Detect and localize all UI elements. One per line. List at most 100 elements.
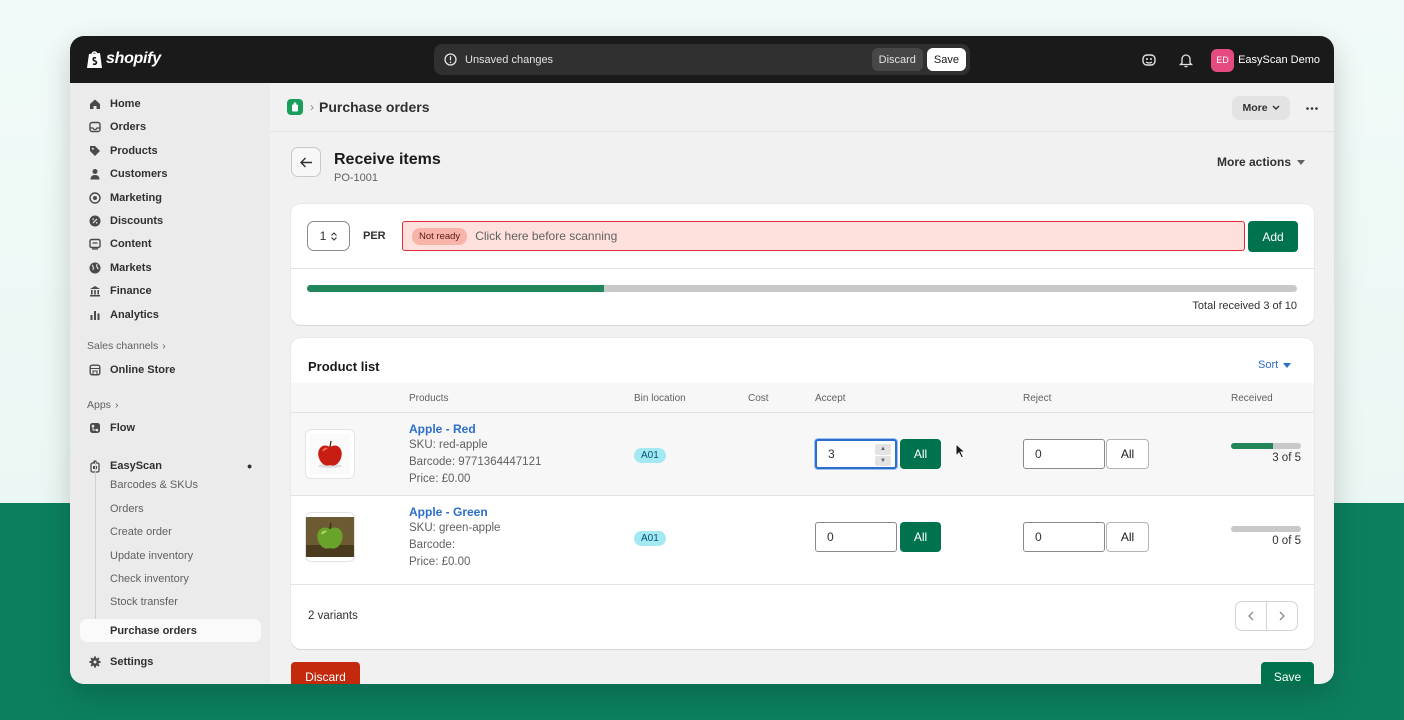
sidebar-item-customers[interactable]: Customers — [80, 163, 261, 185]
sales-channels-header[interactable]: Sales channels › — [87, 340, 166, 352]
product-name-link[interactable]: Apple - Red — [409, 422, 476, 436]
store-name[interactable]: EasyScan Demo — [1238, 54, 1320, 66]
sales-channels-label: Sales channels — [87, 340, 159, 352]
sidekick-icon[interactable] — [1137, 48, 1161, 72]
reject-all-button[interactable]: All — [1106, 439, 1149, 469]
sidebar-item-finance[interactable]: Finance — [80, 280, 261, 302]
breadcrumb: › Purchase orders — [287, 99, 430, 115]
home-icon — [80, 98, 110, 110]
shopify-logo[interactable]: shopify — [86, 49, 161, 69]
flow-icon — [80, 422, 110, 434]
sidebar-item-analytics[interactable]: Analytics — [80, 304, 261, 326]
accept-quantity-input[interactable]: 0 — [815, 522, 897, 552]
quantity-select[interactable]: 1 — [307, 221, 350, 251]
product-name-link[interactable]: Apple - Green — [409, 505, 488, 519]
total-progress-fill — [307, 285, 604, 292]
scan-placeholder: Click here before scanning — [475, 229, 618, 243]
sidebar-sub-stock-transfer[interactable]: Stock transfer — [110, 596, 178, 608]
avatar[interactable]: ED — [1211, 48, 1235, 72]
column-header: Received — [1231, 393, 1273, 404]
save-button[interactable]: Save — [1261, 662, 1314, 684]
product-image-red-apple[interactable] — [305, 429, 355, 479]
product-barcode: Barcode: — [409, 539, 456, 551]
sidebar-item-label: Home — [110, 98, 141, 110]
sidebar-sub-check-inventory[interactable]: Check inventory — [110, 573, 189, 585]
apps-label: Apps — [87, 399, 111, 411]
sidebar-item-label: EasyScan — [110, 460, 162, 472]
quantity-stepper[interactable]: ▲ ▼ — [875, 444, 891, 466]
breadcrumb-separator-icon: › — [310, 100, 314, 114]
sidebar-item-label: Orders — [110, 121, 147, 133]
bin-location-badge: A01 — [634, 448, 666, 463]
discard-button[interactable]: Discard — [291, 662, 360, 684]
sidebar-item-home[interactable]: Home — [80, 93, 261, 115]
per-label: PER — [363, 230, 386, 242]
variants-count: 2 variants — [308, 610, 358, 622]
sidebar-item-settings[interactable]: Settings — [80, 651, 261, 673]
accept-all-button[interactable]: All — [900, 522, 941, 552]
product-barcode: Barcode: 9771364447121 — [409, 456, 542, 468]
discount-icon — [80, 215, 110, 227]
stepper-down-icon[interactable]: ▼ — [875, 455, 891, 466]
apps-header[interactable]: Apps › — [87, 399, 118, 411]
previous-page-button[interactable] — [1236, 602, 1267, 630]
more-actions-button[interactable]: More actions — [1217, 155, 1306, 169]
sidebar-item-label: Finance — [110, 285, 152, 297]
caret-down-icon — [1283, 362, 1292, 368]
topbar-save-button[interactable]: Save — [926, 48, 966, 71]
reject-quantity-input[interactable]: 0 — [1023, 439, 1105, 469]
sidebar-sub-orders[interactable]: Orders — [110, 503, 144, 515]
sort-button[interactable]: Sort — [1258, 359, 1292, 371]
main-content: › Purchase orders More Receive items PO-… — [270, 83, 1334, 684]
bell-icon[interactable] — [1174, 48, 1198, 72]
received-count: 3 of 5 — [1272, 452, 1301, 464]
accept-quantity-input[interactable]: 3 ▲ ▼ — [815, 439, 897, 469]
sidebar-sub-barcodes[interactable]: Barcodes & SKUs — [110, 479, 198, 491]
sidebar-item-orders[interactable]: Orders — [80, 116, 261, 138]
chevron-down-icon — [1272, 105, 1280, 110]
breadcrumb-current[interactable]: Purchase orders — [319, 99, 430, 115]
total-received-text: Total received 3 of 10 — [1192, 300, 1297, 312]
sidebar-item-marketing[interactable]: Marketing — [80, 187, 261, 209]
reject-all-button[interactable]: All — [1106, 522, 1149, 552]
sidebar-sub-purchase-orders[interactable]: Purchase orders — [80, 619, 261, 642]
reject-value: 0 — [1035, 447, 1042, 461]
sidebar-item-easyscan[interactable]: EasyScan • — [80, 455, 261, 477]
sidebar-sub-update-inventory[interactable]: Update inventory — [110, 550, 193, 562]
arrow-left-icon — [299, 157, 312, 167]
easyscan-app-icon[interactable] — [287, 99, 303, 115]
ellipsis-icon[interactable] — [1300, 96, 1324, 120]
sidebar-item-online-store[interactable]: Online Store — [80, 359, 261, 381]
unsaved-text: Unsaved changes — [465, 53, 554, 66]
scan-input[interactable]: Not ready Click here before scanning — [402, 221, 1245, 251]
sidebar-item-markets[interactable]: Markets — [80, 257, 261, 279]
sidebar-item-products[interactable]: Products — [80, 140, 261, 162]
sidebar-item-label: Settings — [110, 656, 154, 668]
add-button[interactable]: Add — [1248, 221, 1298, 252]
more-menu-button[interactable]: More — [1232, 96, 1290, 120]
reject-quantity-input[interactable]: 0 — [1023, 522, 1105, 552]
page-subtitle: PO-1001 — [334, 172, 379, 184]
accept-all-button[interactable]: All — [900, 439, 941, 469]
sidebar-item-discounts[interactable]: Discounts — [80, 210, 261, 232]
topbar-discard-button[interactable]: Discard — [871, 48, 923, 71]
sidebar-item-flow[interactable]: Flow — [80, 417, 261, 439]
target-icon — [80, 192, 110, 204]
sidebar-item-label: Products — [110, 145, 158, 157]
product-image-green-apple[interactable] — [305, 512, 355, 562]
sidebar-sub-create-order[interactable]: Create order — [110, 526, 172, 538]
chevron-left-icon — [1248, 611, 1254, 621]
accept-value: 3 — [828, 447, 835, 461]
sidebar-item-label: Discounts — [110, 215, 164, 227]
column-header: Cost — [748, 393, 769, 404]
column-header: Bin location — [634, 393, 686, 404]
inbox-icon — [80, 121, 110, 133]
sidebar-item-content[interactable]: Content — [80, 233, 261, 255]
back-button[interactable] — [291, 147, 321, 177]
total-progress-bar — [307, 285, 1297, 292]
next-page-button[interactable] — [1267, 602, 1297, 630]
chevron-right-icon: › — [114, 399, 119, 411]
sidebar: Home Orders Products Customers Marketing… — [70, 83, 270, 684]
stepper-up-icon[interactable]: ▲ — [875, 444, 891, 455]
column-header: Reject — [1023, 393, 1052, 404]
